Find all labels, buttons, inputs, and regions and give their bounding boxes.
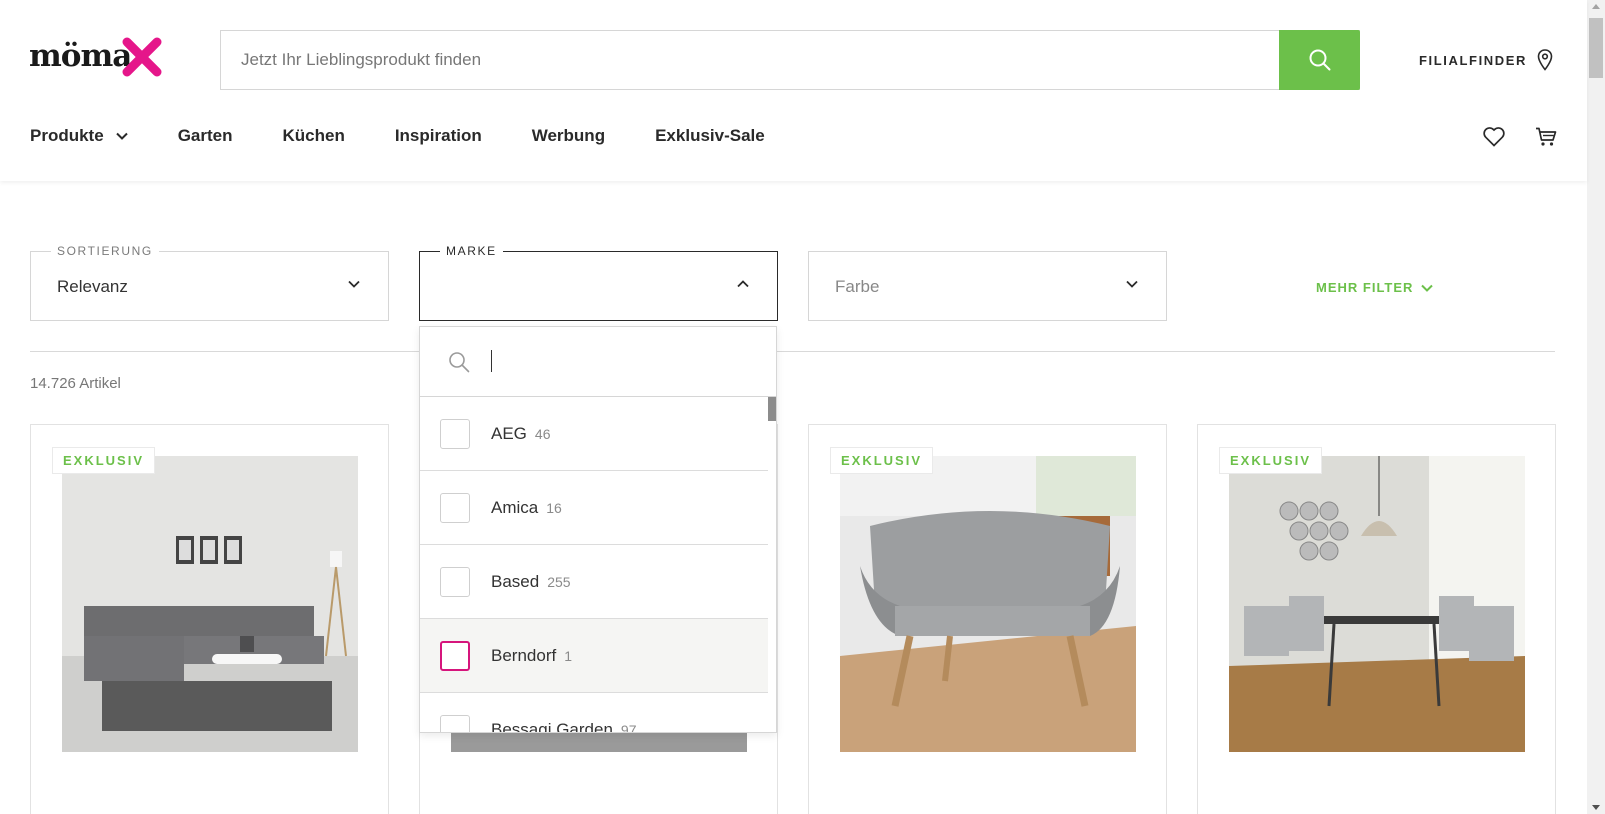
filter-divider [30, 351, 1555, 352]
heart-icon[interactable] [1483, 127, 1505, 147]
nav-item-exklusiv-sale[interactable]: Exklusiv-Sale [655, 126, 765, 146]
nav-item-garten[interactable]: Garten [178, 126, 233, 146]
brand-option-label: Berndorf 1 [491, 645, 572, 665]
sort-legend: SORTIERUNG [51, 244, 159, 258]
brand-option-label: AEG 46 [491, 423, 551, 443]
search-button[interactable] [1279, 30, 1360, 90]
exklusiv-badge: EXKLUSIV [830, 447, 934, 474]
moemax-logo[interactable]: möma [29, 37, 162, 77]
product-image-loveseat[interactable] [840, 456, 1136, 752]
color-placeholder: Farbe [835, 277, 880, 296]
brand-search-input[interactable] [490, 347, 750, 377]
sort-select[interactable]: SORTIERUNG Relevanz [30, 244, 389, 321]
main-nav: Produkte Garten Küchen Inspiration Werbu… [30, 126, 815, 146]
exklusiv-badge: EXKLUSIV [1219, 447, 1323, 474]
brand-option-label: Based 255 [491, 571, 571, 591]
scroll-thumb[interactable] [1589, 18, 1603, 78]
page-scrollbar[interactable] [1587, 0, 1605, 814]
brand-legend: MARKE [440, 244, 503, 258]
brand-option-amica[interactable]: Amica 16 [420, 471, 768, 545]
filialfinder-label: FILIALFINDER [1419, 52, 1528, 68]
product-card[interactable]: EXKLUSIV [808, 424, 1167, 814]
nav-item-label: Garten [177, 126, 233, 145]
more-filters-label: MEHR FILTER [1316, 280, 1414, 295]
chevron-down-icon [348, 280, 360, 288]
chevron-up-icon [737, 280, 749, 288]
product-image-dining[interactable] [1229, 456, 1525, 752]
checkbox[interactable] [440, 418, 470, 449]
text-cursor [491, 350, 492, 372]
brand-option-label: Amica 16 [491, 497, 562, 517]
brand-option-label: Bessagi Garden 97 [491, 719, 637, 733]
product-image-sofa[interactable] [62, 456, 358, 752]
header-icons [1483, 127, 1557, 147]
color-select[interactable]: Farbe [808, 251, 1167, 321]
scroll-up-arrow-icon[interactable] [1592, 4, 1600, 9]
dropdown-scroll-thumb[interactable] [768, 397, 776, 421]
brand-option-aeg[interactable]: AEG 46 [420, 397, 768, 471]
checkbox[interactable] [440, 640, 470, 671]
search-input[interactable] [221, 31, 1360, 89]
brand-search [420, 327, 776, 397]
scroll-down-arrow-icon[interactable] [1592, 805, 1600, 810]
brand-option-based[interactable]: Based 255 [420, 545, 768, 619]
result-count: 14.726 Artikel [30, 375, 121, 392]
brand-select[interactable]: MARKE [419, 244, 778, 321]
checkbox[interactable] [440, 566, 470, 597]
more-filters-button[interactable]: MEHR FILTER [1316, 280, 1434, 295]
product-card[interactable]: EXKLUSIV [1197, 424, 1556, 814]
brand-dropdown: AEG 46 Amica 16 Based 255 Berndorf 1 Bessagi… [419, 326, 777, 733]
filialfinder-link[interactable]: FILIALFINDER [1419, 49, 1553, 71]
brand-option-bessagi-garden[interactable]: Bessagi Garden 97 [420, 693, 768, 733]
chevron-down-icon [1126, 280, 1138, 288]
logo-x-icon [122, 37, 162, 77]
chevron-down-icon [115, 132, 128, 140]
brand-option-list: AEG 46 Amica 16 Based 255 Berndorf 1 Bessagi… [420, 397, 768, 733]
product-card[interactable]: EXKLUSIV [30, 424, 389, 814]
checkbox[interactable] [440, 714, 470, 732]
checkbox[interactable] [440, 492, 470, 523]
nav-item-label: Produkte [30, 126, 104, 145]
dropdown-scrollbar[interactable] [768, 397, 776, 732]
nav-item-kuechen[interactable]: Küchen [282, 126, 344, 146]
chevron-down-icon [1421, 284, 1434, 292]
location-pin-icon [1537, 49, 1553, 71]
nav-item-label: Küchen [282, 126, 345, 145]
cart-icon[interactable] [1535, 127, 1557, 147]
nav-item-label: Inspiration [394, 126, 482, 145]
nav-item-label: Werbung [531, 126, 606, 145]
nav-item-produkte[interactable]: Produkte [30, 126, 128, 146]
brand-option-berndorf[interactable]: Berndorf 1 [420, 619, 768, 693]
logo-text: möma [29, 38, 132, 74]
search-icon [1309, 49, 1330, 71]
sort-value: Relevanz [57, 277, 128, 296]
nav-item-inspiration[interactable]: Inspiration [395, 126, 482, 146]
search-bar [220, 30, 1360, 90]
exklusiv-badge: EXKLUSIV [52, 447, 156, 474]
search-icon [449, 352, 470, 373]
site-header: möma FILIALFINDER Produkte Garten Küchen… [0, 0, 1587, 181]
nav-item-label: Exklusiv-Sale [655, 126, 765, 145]
nav-item-werbung[interactable]: Werbung [532, 126, 605, 146]
